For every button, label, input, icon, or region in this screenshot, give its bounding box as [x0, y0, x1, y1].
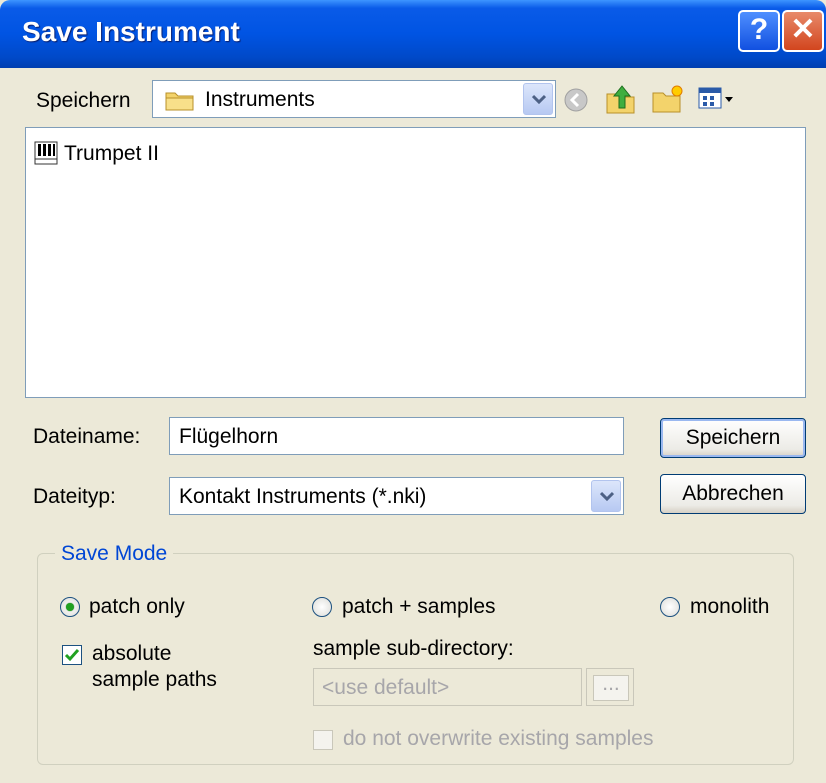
monolith-radio[interactable]: [660, 597, 680, 617]
view-menu-icon[interactable]: [697, 85, 737, 119]
filename-input[interactable]: Flügelhorn: [169, 417, 624, 455]
subdir-browse-button: ...: [586, 668, 634, 706]
title-bar: Save Instrument ? ✕: [0, 0, 826, 68]
patch-only-label[interactable]: patch only: [89, 595, 185, 619]
chevron-down-icon: [600, 491, 614, 501]
folder-icon: [165, 89, 195, 117]
absolute-paths-checkbox[interactable]: [62, 645, 82, 665]
browse-label: ...: [593, 673, 629, 701]
close-button[interactable]: ✕: [782, 10, 824, 52]
no-overwrite-label: do not overwrite existing samples: [343, 727, 654, 750]
no-overwrite-checkbox: [313, 730, 333, 750]
save-button[interactable]: Speichern: [660, 418, 806, 458]
file-list[interactable]: Trumpet II: [25, 127, 806, 398]
new-folder-icon[interactable]: [651, 83, 685, 121]
file-name: Trumpet II: [64, 142, 159, 165]
back-icon[interactable]: [563, 87, 589, 119]
filetype-label: Dateityp:: [33, 485, 116, 508]
subdir-placeholder: <use default>: [322, 676, 450, 699]
chevron-down-icon: [532, 94, 546, 104]
close-icon: ✕: [790, 13, 816, 46]
filetype-value: Kontakt Instruments (*.nki): [179, 485, 427, 508]
location-dropdown-button[interactable]: [523, 83, 553, 115]
save-button-label: Speichern: [685, 426, 781, 449]
help-icon: ?: [749, 13, 769, 46]
patch-samples-label[interactable]: patch + samples: [342, 595, 496, 619]
window-title: Save Instrument: [22, 16, 240, 47]
absolute-paths-label-line1[interactable]: absolute: [92, 642, 171, 666]
radio-selected-dot: [66, 603, 74, 611]
filetype-select[interactable]: Kontakt Instruments (*.nki): [169, 477, 624, 515]
location-select[interactable]: Instruments: [152, 80, 556, 118]
up-folder-icon[interactable]: [604, 82, 638, 122]
save-mode-title: Save Mode: [55, 542, 174, 566]
instrument-file-icon: [34, 141, 58, 171]
cancel-button-label: Abbrechen: [682, 482, 784, 505]
cancel-button[interactable]: Abbrechen: [660, 474, 806, 514]
patch-samples-radio[interactable]: [312, 597, 332, 617]
checkmark-icon: [64, 649, 80, 662]
absolute-paths-label-line2[interactable]: sample paths: [92, 668, 217, 692]
monolith-label[interactable]: monolith: [690, 595, 769, 619]
filename-value: Flügelhorn: [179, 425, 279, 448]
help-button[interactable]: ?: [738, 10, 780, 52]
subdir-input: <use default>: [313, 668, 582, 706]
location-value: Instruments: [205, 88, 315, 111]
subdir-label: sample sub-directory:: [313, 637, 514, 660]
location-label: Speichern: [36, 89, 131, 112]
patch-only-radio[interactable]: [60, 597, 80, 617]
filename-label: Dateiname:: [33, 425, 141, 448]
filetype-dropdown-button[interactable]: [591, 480, 621, 512]
